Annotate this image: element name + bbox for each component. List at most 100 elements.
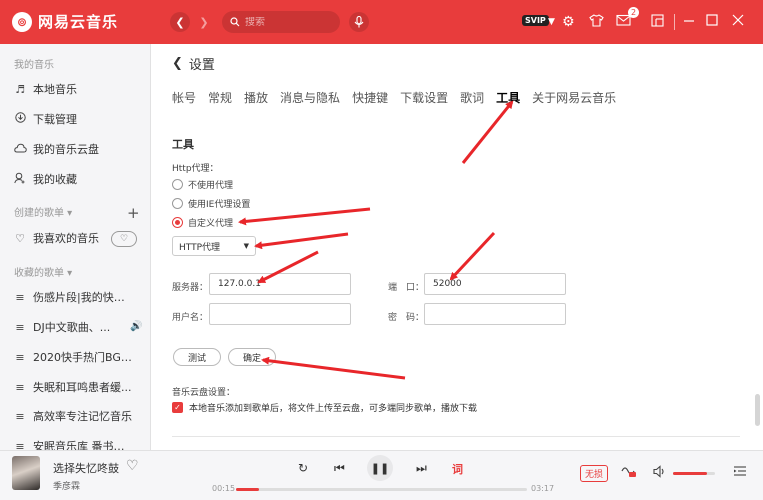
tab-general[interactable]: 常规 bbox=[208, 89, 232, 106]
collection-icon bbox=[14, 172, 26, 187]
heart-icon: ♡ bbox=[119, 234, 129, 244]
cloud-icon bbox=[14, 143, 27, 156]
username-input[interactable] bbox=[209, 303, 351, 325]
server-label: 服务器： bbox=[172, 283, 209, 293]
microphone-icon bbox=[354, 16, 364, 28]
previous-track-icon[interactable]: ⏮ bbox=[334, 461, 345, 476]
maximize-icon[interactable] bbox=[706, 14, 718, 30]
artist-name[interactable]: 季彦霖 bbox=[53, 479, 80, 492]
heart-icon: ♡ bbox=[15, 231, 25, 245]
close-icon[interactable] bbox=[732, 14, 744, 30]
tab-shortcuts[interactable]: 快捷键 bbox=[352, 89, 388, 106]
sidebar-playlist-item[interactable]: ≡ 伤感片段|我的快乐... bbox=[14, 287, 146, 307]
chevron-down-icon: ▼ bbox=[243, 242, 249, 250]
sidebar-playlist-item[interactable]: ≡ 高效率专注记忆音乐 bbox=[14, 406, 146, 426]
sidebar-item-label: 高效率专注记忆音乐 bbox=[33, 410, 132, 423]
sidebar-item-label: 下载管理 bbox=[33, 113, 77, 126]
settings-back-button[interactable]: ❮ 设置 bbox=[172, 54, 215, 73]
sidebar-item-label: 本地音乐 bbox=[33, 83, 77, 96]
sidebar-item-label: 我的收藏 bbox=[33, 173, 77, 186]
sidebar: 我的音乐 ♬ 本地音乐 下载管理 我的音乐云盘 我的收藏 创建的歌单 ▾ + ♡… bbox=[0, 44, 151, 450]
loop-mode-icon[interactable]: ↻ bbox=[298, 461, 308, 475]
proxy-option-label: 使用IE代理设置 bbox=[188, 200, 251, 210]
proxy-type-select[interactable]: HTTP代理 ▼ bbox=[172, 236, 256, 256]
settings-scrollbar[interactable] bbox=[755, 394, 760, 426]
proxy-option-label: 自定义代理 bbox=[188, 219, 234, 229]
sidebar-playlist-item[interactable]: ≡ DJ中文歌曲、... bbox=[14, 317, 146, 337]
back-nav-button[interactable]: ❮ bbox=[170, 12, 190, 32]
like-heart-icon[interactable]: ♡ bbox=[126, 458, 139, 474]
voice-search-button[interactable] bbox=[349, 12, 369, 32]
progress-bar[interactable] bbox=[236, 488, 527, 491]
checkbox-checked[interactable]: ✓ bbox=[172, 402, 183, 413]
radio-button[interactable] bbox=[172, 179, 183, 190]
vip-badge[interactable]: SVIP bbox=[522, 15, 549, 26]
sidebar-playlist-item[interactable]: ≡ 2020快手热门BGM... bbox=[14, 347, 146, 367]
proxy-option-custom[interactable]: 自定义代理 bbox=[172, 216, 233, 229]
playlist-queue-icon[interactable] bbox=[733, 465, 747, 480]
pause-icon: ❚❚ bbox=[370, 461, 390, 475]
tab-tools[interactable]: 工具 bbox=[496, 89, 520, 106]
lyrics-icon[interactable]: 词 bbox=[452, 461, 463, 477]
pause-button[interactable]: ❚❚ bbox=[367, 455, 393, 481]
tab-account[interactable]: 帐号 bbox=[172, 89, 196, 106]
tab-lyrics[interactable]: 歌词 bbox=[460, 89, 484, 106]
chevron-left-icon: ❮ bbox=[175, 15, 185, 29]
username-label: 用户名： bbox=[172, 313, 209, 323]
sidebar-item-downloads[interactable]: 下载管理 bbox=[14, 109, 146, 129]
skin-shirt-icon[interactable] bbox=[589, 14, 604, 31]
settings-tabs: 帐号 常规 播放 消息与隐私 快捷键 下载设置 歌词 工具 关于网易云音乐 bbox=[172, 89, 616, 106]
album-cover[interactable] bbox=[12, 456, 40, 490]
tab-about[interactable]: 关于网易云音乐 bbox=[532, 89, 616, 106]
radio-button[interactable] bbox=[172, 198, 183, 209]
app-logo[interactable]: ⊚ 网易云音乐 bbox=[12, 11, 118, 32]
tab-download-settings[interactable]: 下载设置 bbox=[400, 89, 448, 106]
chevron-left-icon: ❮ bbox=[172, 56, 183, 71]
sidebar-item-label: 失眠和耳鸣患者缓... bbox=[33, 381, 132, 394]
tools-section-title: 工具 bbox=[172, 138, 194, 151]
volume-icon[interactable] bbox=[653, 465, 666, 481]
proxy-type-value: HTTP代理 bbox=[179, 242, 221, 253]
port-input[interactable]: 52000 bbox=[424, 273, 566, 295]
sidebar-playlist-item[interactable]: ≡ 安眠音乐库 番书籍... bbox=[14, 436, 146, 451]
player-bar: 选择失忆咚鼓 季彦霖 ♡ ↻ ⏮ ❚❚ ⏭ 词 00:15 03:17 无损 bbox=[0, 450, 763, 500]
minimize-icon[interactable] bbox=[683, 14, 695, 30]
chevron-down-icon[interactable]: ▼ bbox=[548, 14, 555, 30]
server-input[interactable]: 127.0.0.1 bbox=[209, 273, 351, 295]
password-input[interactable] bbox=[424, 303, 566, 325]
settings-page: ❮ 设置 帐号 常规 播放 消息与隐私 快捷键 下载设置 歌词 工具 关于网易云… bbox=[152, 44, 763, 450]
gear-icon[interactable]: ⚙ bbox=[562, 14, 575, 30]
add-playlist-icon[interactable]: + bbox=[127, 204, 140, 222]
confirm-proxy-button[interactable]: 确定 bbox=[228, 348, 276, 366]
sidebar-playlist-item[interactable]: ≡ 失眠和耳鸣患者缓... bbox=[14, 377, 146, 397]
sound-quality-badge[interactable]: 无损 bbox=[580, 465, 609, 482]
netease-logo-icon: ⊚ bbox=[12, 11, 32, 32]
volume-slider[interactable] bbox=[673, 472, 715, 475]
collected-playlists-section-title[interactable]: 收藏的歌单 ▾ bbox=[14, 264, 72, 279]
proxy-option-ie[interactable]: 使用IE代理设置 bbox=[172, 197, 250, 210]
sound-effect-icon[interactable] bbox=[621, 464, 637, 482]
password-label: 密 码： bbox=[388, 313, 425, 323]
cloud-upload-option[interactable]: ✓ 本地音乐添加到歌单后，将文件上传至云盘，可多端同步歌单，播放下载 bbox=[172, 401, 477, 414]
sidebar-item-label: 2020快手热门BGM... bbox=[33, 351, 133, 364]
sidebar-item-collection[interactable]: 我的收藏 bbox=[14, 169, 146, 189]
section-divider bbox=[172, 436, 740, 437]
search-input[interactable] bbox=[245, 16, 325, 28]
created-playlists-section-title[interactable]: 创建的歌单 ▾ bbox=[14, 204, 72, 219]
sidebar-item-local-music[interactable]: ♬ 本地音乐 bbox=[14, 79, 146, 99]
mini-mode-icon[interactable] bbox=[651, 14, 664, 31]
sidebar-item-label: 安眠音乐库 番书籍... bbox=[33, 440, 133, 450]
search-icon bbox=[230, 17, 240, 27]
heartbeat-mode-button[interactable]: ♡ bbox=[111, 231, 137, 247]
current-time: 00:15 bbox=[212, 484, 236, 493]
tab-privacy[interactable]: 消息与隐私 bbox=[280, 89, 340, 106]
sidebar-item-cloud[interactable]: 我的音乐云盘 bbox=[14, 139, 146, 159]
test-proxy-button[interactable]: 测试 bbox=[173, 348, 221, 366]
proxy-option-none[interactable]: 不使用代理 bbox=[172, 178, 233, 191]
song-title[interactable]: 选择失忆咚鼓 bbox=[53, 460, 119, 476]
tab-playback[interactable]: 播放 bbox=[244, 89, 268, 106]
forward-nav-button[interactable]: ❯ bbox=[194, 12, 214, 32]
radio-button-selected[interactable] bbox=[172, 217, 183, 228]
search-box[interactable] bbox=[222, 11, 340, 33]
next-track-icon[interactable]: ⏭ bbox=[416, 461, 427, 476]
